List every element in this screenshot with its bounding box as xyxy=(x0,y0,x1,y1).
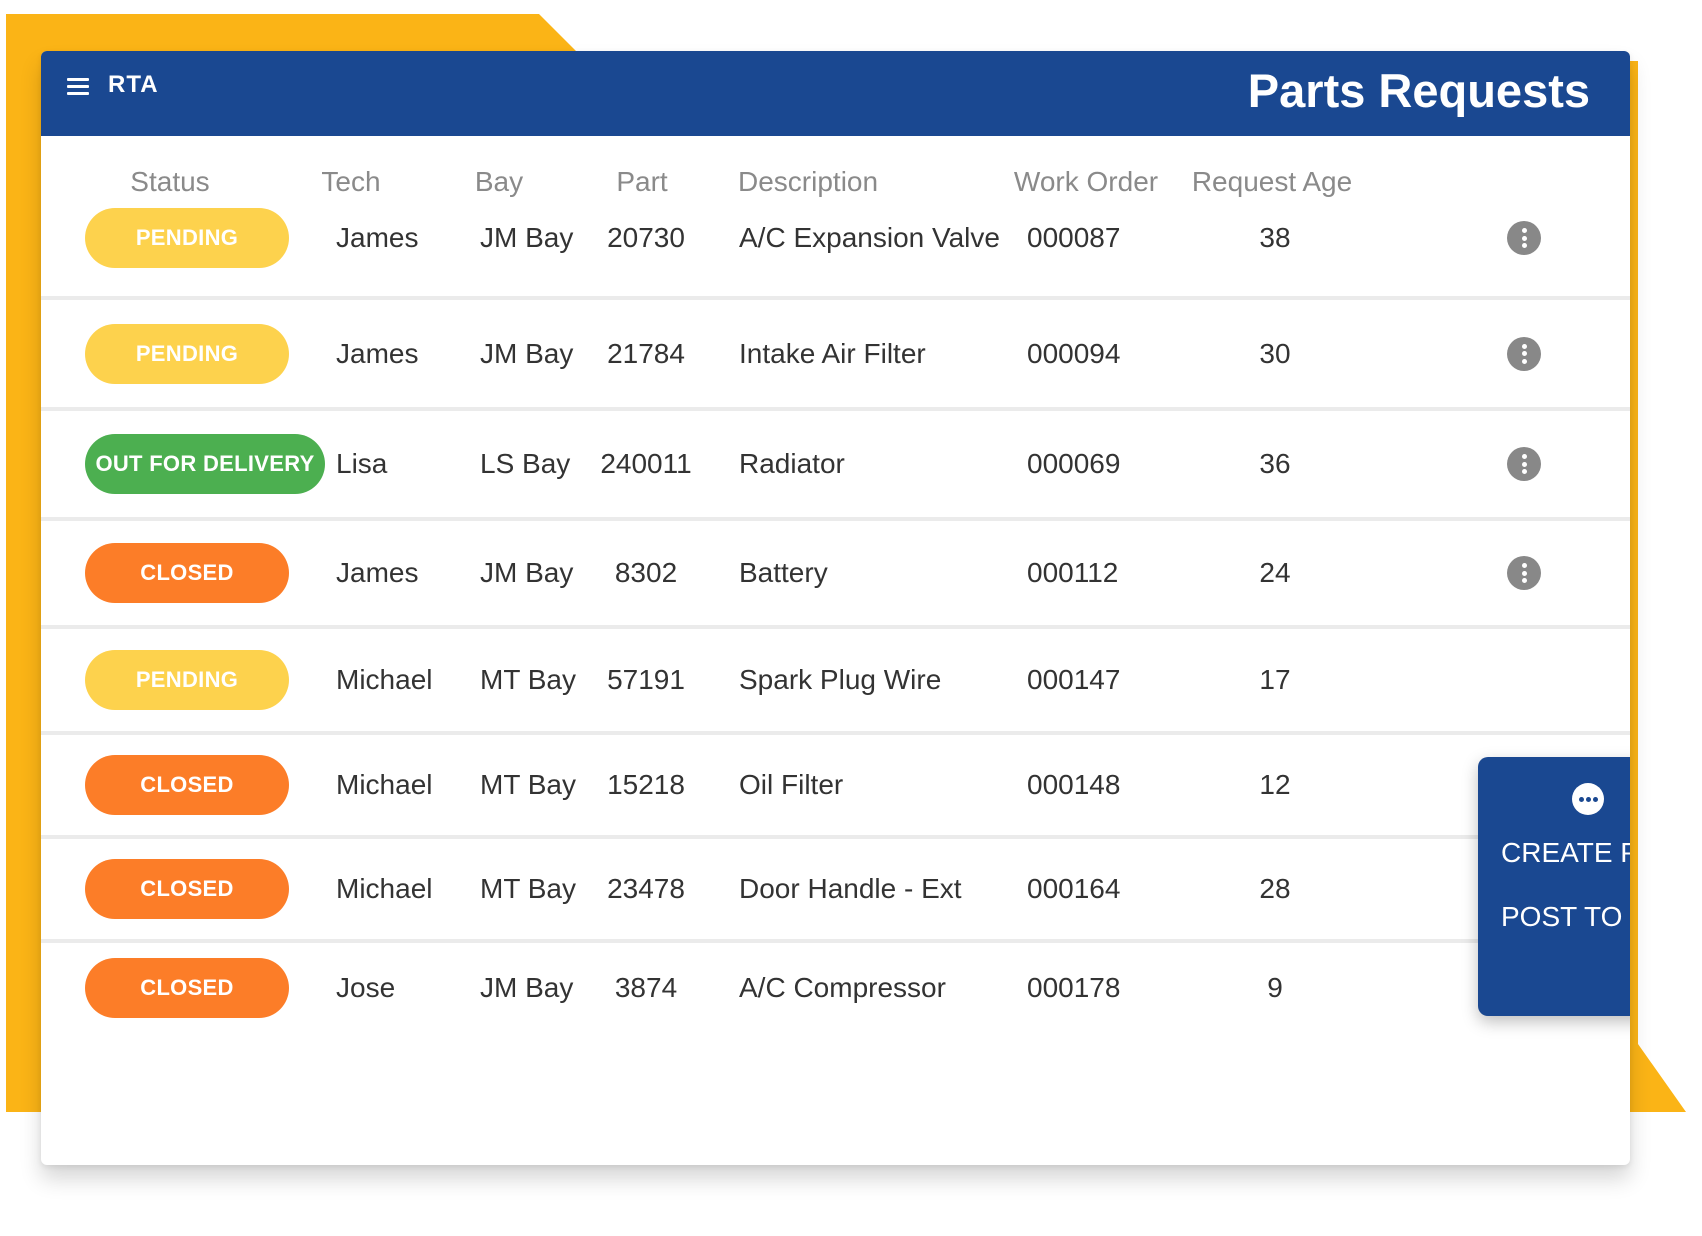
tech-cell: Jose xyxy=(336,972,396,1003)
part-cell: 8302 xyxy=(614,557,678,588)
hamburger-icon[interactable] xyxy=(67,77,91,97)
description-cell: Oil Filter xyxy=(739,769,844,800)
more-vertical-icon[interactable] xyxy=(1507,221,1541,255)
request-age-cell: 28 xyxy=(1259,873,1291,904)
request-age-cell: 24 xyxy=(1259,557,1291,588)
description-cell: A/C Expansion Valve xyxy=(739,222,1000,253)
status-badge[interactable]: PENDING xyxy=(85,323,289,384)
bay-cell: MT Bay xyxy=(480,873,576,904)
tech-cell: James xyxy=(336,337,419,369)
bay-cell: JM Bay xyxy=(480,557,574,588)
bay-cell: LS Bay xyxy=(480,448,571,479)
description-cell: Door Handle - Ext xyxy=(739,873,962,904)
work-order-cell: 000147 xyxy=(1027,664,1121,695)
table-row[interactable]: OUT FOR DELIVERY Lisa LS Bay 240011 Radiator… xyxy=(41,411,1630,521)
table-row[interactable]: PENDING James JM Bay 20730 A/C Expansion Val… xyxy=(41,180,1630,300)
app-header: RTA Parts Requests xyxy=(41,51,1630,136)
table-row[interactable]: CLOSED James JM Bay 8302 Battery 000112 24 xyxy=(41,521,1630,629)
status-badge[interactable]: CLOSED xyxy=(85,543,289,603)
work-order-cell: 000148 xyxy=(1027,769,1121,800)
status-badge[interactable]: CLOSED xyxy=(85,958,289,1018)
part-cell: 57191 xyxy=(607,664,685,695)
request-age-cell: 36 xyxy=(1259,448,1291,479)
work-order-cell: 000164 xyxy=(1027,873,1121,904)
tech-cell: James xyxy=(336,557,419,588)
request-age-cell: 17 xyxy=(1259,664,1291,695)
part-cell: 21784 xyxy=(607,337,685,369)
tech-cell: Michael xyxy=(336,664,433,695)
bay-cell: JM Bay xyxy=(480,337,574,369)
description-cell: A/C Compressor xyxy=(739,972,946,1003)
part-cell: 240011 xyxy=(600,448,692,479)
table-row[interactable]: CLOSED Jose JM Bay 3874 A/C Compressor 000178… xyxy=(41,943,1630,1033)
work-order-cell: 000178 xyxy=(1027,972,1121,1003)
part-cell: 20730 xyxy=(607,222,685,253)
table-row[interactable]: CLOSED Michael MT Bay 23478 Door Handle - Ex… xyxy=(41,839,1630,943)
app-logo: RTA xyxy=(108,71,159,98)
table-row[interactable]: CLOSED Michael MT Bay 15218 Oil Filter 000148… xyxy=(41,735,1630,839)
status-badge[interactable]: OUT FOR DELIVERY xyxy=(85,434,325,494)
tech-cell: Lisa xyxy=(336,448,388,479)
work-order-cell: 000094 xyxy=(1027,337,1121,369)
more-vertical-icon[interactable] xyxy=(1507,556,1541,590)
table-row[interactable]: PENDING James JM Bay 21784 Intake Air Filter… xyxy=(41,300,1630,411)
tech-cell: Michael xyxy=(336,873,433,904)
work-order-cell: 000087 xyxy=(1027,222,1121,253)
post-to-wo-menu-item[interactable]: POST TO WO xyxy=(1501,901,1630,933)
work-order-cell: 000069 xyxy=(1027,448,1121,479)
more-vertical-icon[interactable] xyxy=(1507,336,1541,371)
request-age-cell: 12 xyxy=(1259,769,1291,800)
bay-cell: MT Bay xyxy=(480,769,576,800)
status-badge[interactable]: CLOSED xyxy=(85,755,289,815)
more-horizontal-icon[interactable] xyxy=(1572,783,1604,815)
part-cell: 15218 xyxy=(607,769,685,800)
status-badge[interactable]: PENDING xyxy=(85,208,289,268)
work-order-cell: 000112 xyxy=(1027,557,1119,588)
description-cell: Intake Air Filter xyxy=(739,337,926,369)
parts-requests-panel: RTA Parts Requests Status Tech Bay Part … xyxy=(41,51,1630,1165)
table-row[interactable]: PENDING Michael MT Bay 57191 Spark Plug Wire… xyxy=(41,629,1630,735)
bay-cell: JM Bay xyxy=(480,972,574,1003)
bay-cell: JM Bay xyxy=(480,222,574,253)
description-cell: Radiator xyxy=(739,448,845,479)
status-badge[interactable]: PENDING xyxy=(85,650,289,710)
part-cell: 3874 xyxy=(614,972,678,1003)
request-age-cell: 30 xyxy=(1259,337,1291,369)
row-actions-menu: CREATE PO POST TO WO xyxy=(1478,757,1630,1016)
bay-cell: MT Bay xyxy=(480,664,576,695)
tech-cell: James xyxy=(336,222,419,253)
tech-cell: Michael xyxy=(336,769,433,800)
description-cell: Spark Plug Wire xyxy=(739,664,942,695)
part-cell: 23478 xyxy=(607,873,685,904)
page-title: Parts Requests xyxy=(1247,64,1590,117)
more-vertical-icon[interactable] xyxy=(1507,447,1541,481)
status-badge[interactable]: CLOSED xyxy=(85,859,289,919)
description-cell: Battery xyxy=(739,557,828,588)
request-age-cell: 38 xyxy=(1259,222,1291,253)
create-po-menu-item[interactable]: CREATE PO xyxy=(1501,837,1630,869)
request-age-cell: 9 xyxy=(1267,972,1283,1003)
